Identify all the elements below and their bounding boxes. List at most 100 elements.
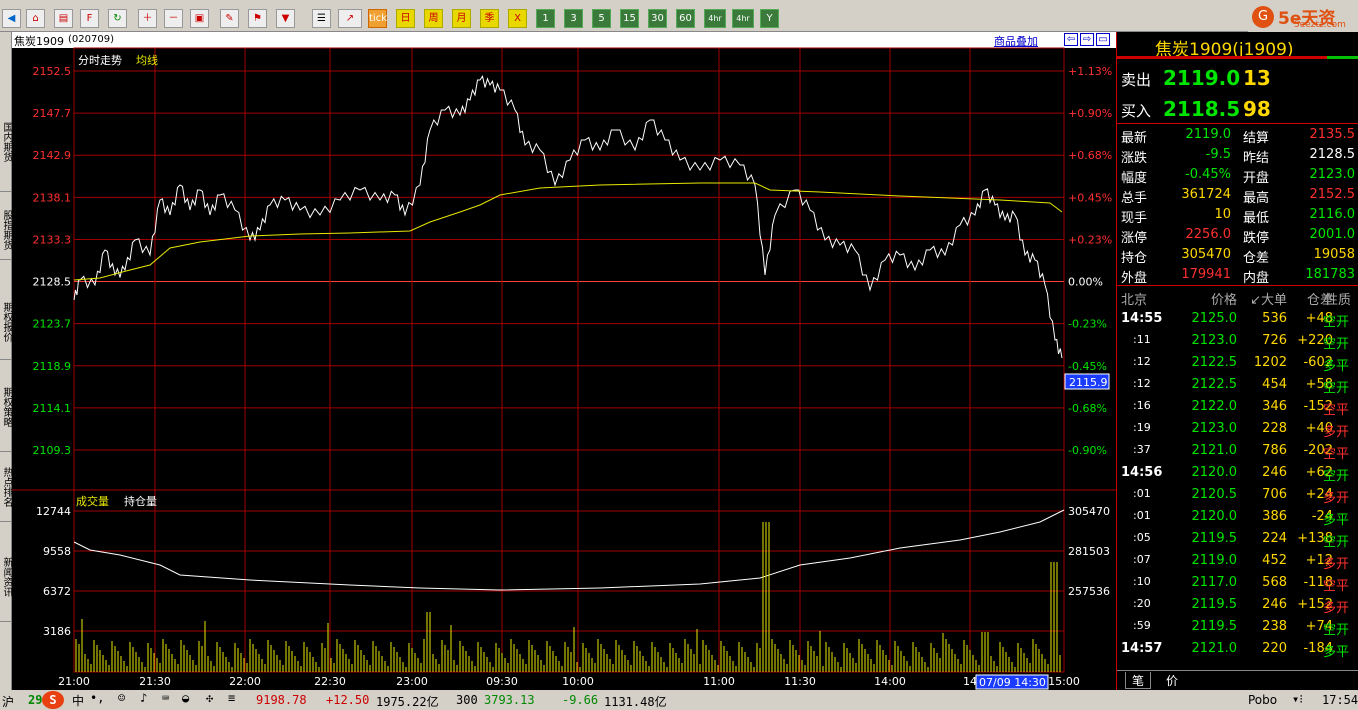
day-button[interactable]: 日 — [396, 9, 415, 28]
stat-value: 2116.0 — [1309, 207, 1356, 222]
stat-label: 最新 — [1121, 131, 1148, 146]
alert-icon[interactable]: ⚑ — [248, 9, 267, 28]
timeshare-icon[interactable]: ↗ — [338, 9, 362, 28]
tick-cell: 空开 — [1323, 623, 1350, 638]
week-button[interactable]: 周 — [424, 9, 443, 28]
left-sidebar: 国内期货 股指期货 期权报价 期权策略 热点排名 新闻资讯 — [0, 32, 12, 690]
tick-button[interactable]: tick — [368, 9, 387, 28]
pct-tick-label: -0.68% — [1068, 402, 1107, 415]
title-divider — [1117, 56, 1358, 59]
min30-button[interactable]: 30 — [648, 9, 667, 28]
sidebar-item-hot-rank[interactable]: 热点排名 — [0, 452, 12, 522]
tab-ticks[interactable]: 笔 — [1125, 672, 1151, 689]
min15-button[interactable]: 15 — [620, 9, 639, 28]
tick-cell: 452 — [1262, 553, 1287, 568]
tick-cell: 568 — [1262, 575, 1287, 590]
stat-value: 2119.0 — [1185, 127, 1232, 142]
month-button[interactable]: 月 — [452, 9, 471, 28]
stat-label: 跌停 — [1243, 231, 1270, 246]
stat-label: 幅度 — [1121, 171, 1148, 186]
hour4b-button[interactable]: 4hr — [732, 9, 754, 28]
mic-icon[interactable]: ♪ — [140, 691, 147, 705]
market-sh-value: 29 — [28, 693, 43, 707]
sidebar-item-options-strategy[interactable]: 期权策略 — [0, 362, 12, 452]
tick-row: :20 2119.5 246 +152 多开 — [1117, 593, 1358, 616]
filter-icon[interactable]: ▼ — [276, 9, 295, 28]
window-icon[interactable]: ▣ — [190, 9, 209, 28]
status-bar: 沪 29 S 中 •, ☺ ♪ ⌨ ◒ ✣ ≡ 9198.78 +12.50 1… — [0, 690, 1358, 710]
stat-label: 最高 — [1243, 191, 1270, 206]
tick-cell: :10 — [1133, 575, 1151, 588]
keyboard-icon[interactable]: ⌨ — [162, 691, 169, 705]
sidebar-item-news[interactable]: 新闻资讯 — [0, 532, 12, 622]
sidebar-item-options-quote[interactable]: 期权报价 — [0, 284, 12, 360]
skin-icon[interactable]: ◒ — [182, 691, 189, 705]
emoji-icon[interactable]: ☺ — [118, 691, 125, 705]
year-button[interactable]: Y — [760, 9, 779, 28]
menu-icon[interactable]: ≡ — [228, 691, 235, 705]
tick-cell: 多平 — [1323, 359, 1350, 374]
tick-cell: :37 — [1133, 443, 1151, 456]
cursor-time: 07/09 14:30 — [979, 676, 1046, 689]
time-tick-label: 09:30 — [486, 675, 518, 688]
tick-cell: 224 — [1262, 531, 1287, 546]
stat-value: 2123.0 — [1309, 167, 1356, 182]
tick-header-cell: ↙大单 — [1250, 293, 1287, 308]
legend-volume: 成交量 — [76, 494, 109, 508]
tick-row: :37 2121.0 786 -202 空平 — [1117, 439, 1358, 462]
min3-button[interactable]: 3 — [564, 9, 583, 28]
stat-label: 外盘 — [1121, 271, 1148, 286]
price-tick-label: 2138.1 — [33, 191, 72, 204]
tick-row: :01 2120.5 706 +24 多开 — [1117, 483, 1358, 506]
zoom-out-icon[interactable]: － — [164, 9, 183, 28]
sidebar-item-domestic-futures[interactable]: 国内期货 — [0, 92, 12, 192]
draw-icon[interactable]: ✎ — [220, 9, 239, 28]
tick-cell: 2125.0 — [1191, 311, 1238, 326]
tick-cell: :12 — [1133, 377, 1151, 390]
quarter-button[interactable]: 季 — [480, 9, 499, 28]
tick-cell: 14:56 — [1121, 465, 1163, 480]
min5-button[interactable]: 5 — [592, 9, 611, 28]
portfolio-icon[interactable]: ▤ — [54, 9, 73, 28]
pct-tick-label: 0.00% — [1068, 276, 1103, 289]
x-button[interactable]: X — [508, 9, 527, 28]
pobo-label: Pobo — [1248, 693, 1278, 707]
tick-cell: 454 — [1262, 377, 1287, 392]
time-tick-label: 22:30 — [314, 675, 346, 688]
zoom-in-icon[interactable]: ＋ — [138, 9, 157, 28]
stat-label: 开盘 — [1243, 171, 1270, 186]
min1-button[interactable]: 1 — [536, 9, 555, 28]
pct-tick-label: +1.13% — [1068, 65, 1112, 78]
pct-tick-label: +0.90% — [1068, 107, 1112, 120]
refresh-icon[interactable]: ↻ — [108, 9, 127, 28]
tools-icon[interactable]: ✣ — [206, 691, 213, 705]
time-tick-label: 21:30 — [139, 675, 171, 688]
f10-icon[interactable]: F — [80, 9, 99, 28]
tick-list: 14:55 2125.0 536 +48 空开:11 2123.0 726 +220 空开:12… — [1117, 307, 1358, 660]
stat-label: 涨停 — [1121, 231, 1148, 246]
tick-cell: :11 — [1133, 333, 1151, 346]
status-time: 17:54 — [1322, 693, 1358, 707]
stat-value: 181783 — [1305, 267, 1355, 282]
tick-cell: 786 — [1262, 443, 1287, 458]
ime-punct-icon[interactable]: •, — [90, 691, 104, 705]
stat-label: 涨跌 — [1121, 151, 1148, 166]
time-tick-label: 14 — [963, 675, 977, 688]
intraday-chart[interactable]: 2152.5 +1.13% 2147.7 +0.90% 2142.9 +0.68% 2138… — [12, 32, 1116, 690]
min60-button[interactable]: 60 — [676, 9, 695, 28]
tab-prices[interactable]: 价 — [1159, 672, 1185, 689]
ime-chinese-icon[interactable]: 中 — [72, 692, 84, 709]
quote-panel: 焦炭1909(j1909) 卖出 2119.0 13 买入 2118.5 98 … — [1116, 32, 1358, 690]
price-tick-label: 2114.1 — [33, 402, 72, 415]
home-icon[interactable]: ⌂ — [26, 9, 45, 28]
sidebar-item-index-futures[interactable]: 股指期货 — [0, 200, 12, 260]
tick-cell: 空开 — [1323, 315, 1350, 330]
tick-cell: 14:57 — [1121, 641, 1163, 656]
tick-header-cell: 北京 — [1121, 293, 1148, 308]
tick-cell: :59 — [1133, 619, 1151, 632]
report-icon[interactable]: ☰ — [312, 9, 331, 28]
time-tick-label: 14:00 — [874, 675, 906, 688]
back-icon[interactable]: ◀ — [2, 9, 21, 28]
hour4-button[interactable]: 4hr — [704, 9, 726, 28]
ime-icon[interactable]: S — [42, 691, 64, 709]
